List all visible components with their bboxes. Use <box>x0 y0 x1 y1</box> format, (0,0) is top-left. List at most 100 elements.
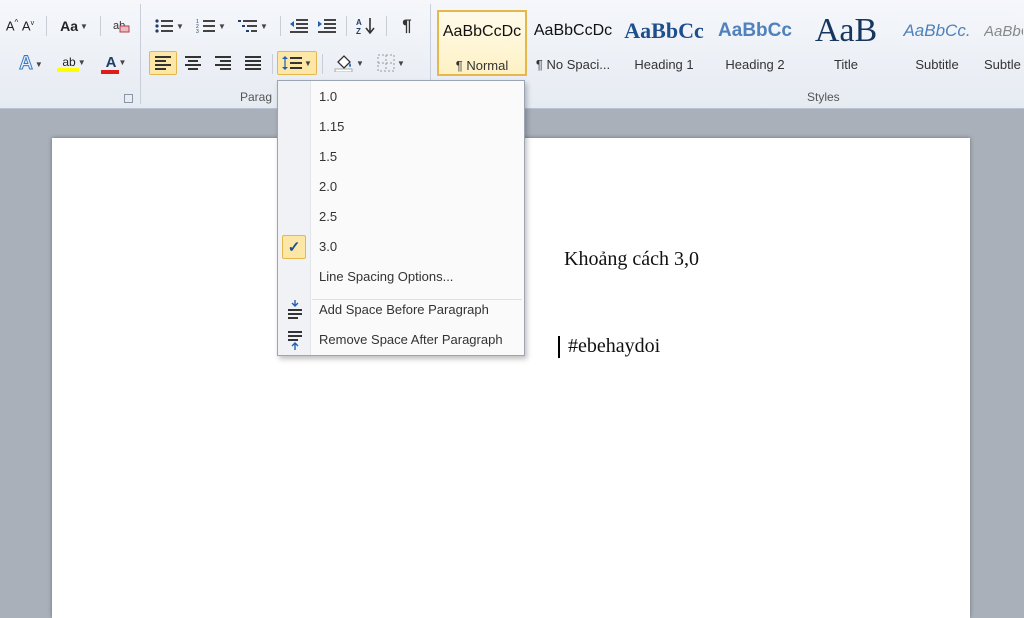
document-line-1[interactable]: Khoảng cách 3,0 <box>564 248 699 271</box>
chevron-down-icon: ▼ <box>356 58 364 68</box>
chevron-down-icon: ▼ <box>79 21 88 31</box>
style-name: Heading 2 <box>725 57 785 72</box>
change-case-button[interactable]: Aa ▼ <box>54 14 94 38</box>
menu-item-spacing-2-5[interactable]: 2.5 <box>278 202 524 232</box>
menu-item-spacing-1-5[interactable]: 1.5 <box>278 142 524 172</box>
style-preview: AaBbCc. <box>903 21 971 40</box>
highlight-icon: ab <box>62 55 76 69</box>
styles-group-label: Styles <box>807 90 840 104</box>
bullets-icon <box>155 19 174 33</box>
line-spacing-icon <box>282 56 303 70</box>
style-subtle[interactable]: AaBbC Subtle <box>983 10 1024 76</box>
style-heading-1[interactable]: AaBbCc Heading 1 <box>619 10 709 76</box>
style-no-spacing[interactable]: AaBbCcDc ¶ No Spaci... <box>528 10 618 76</box>
decrease-indent-button[interactable] <box>286 14 312 38</box>
menu-item-add-space-before[interactable]: Add Space Before Paragraph <box>278 295 524 325</box>
menu-item-label: 2.5 <box>319 209 338 224</box>
style-name: Title <box>833 57 859 72</box>
align-center-icon <box>185 56 201 70</box>
justify-icon <box>245 56 261 70</box>
clear-formatting-icon: ab <box>113 20 130 33</box>
style-subtitle[interactable]: AaBbCc. Subtitle <box>892 10 982 76</box>
menu-item-spacing-1-0[interactable]: 1.0 <box>278 82 524 112</box>
chevron-down-icon: ▼ <box>260 21 268 31</box>
chevron-down-icon: ▼ <box>176 21 184 31</box>
shading-button[interactable]: ▼ <box>330 51 368 75</box>
sort-button[interactable]: A Z <box>352 14 380 38</box>
increase-indent-button[interactable] <box>314 14 340 38</box>
decrease-indent-icon <box>290 19 308 33</box>
style-name: ¶ Normal <box>455 58 509 73</box>
svg-text:3: 3 <box>196 29 199 34</box>
line-spacing-menu: 1.0 1.15 1.5 2.0 2.5 ✓ 3.0 Line Spacing … <box>277 80 525 356</box>
menu-item-label: 1.15 <box>319 119 345 134</box>
menu-item-line-spacing-options[interactable]: Line Spacing Options... <box>278 262 524 292</box>
menu-item-label: Remove Space After Paragraph <box>319 332 503 347</box>
menu-item-spacing-2-0[interactable]: 2.0 <box>278 172 524 202</box>
add-space-before-icon <box>288 300 302 319</box>
align-center-button[interactable] <box>179 51 207 75</box>
style-preview: AaBbCcDc <box>442 23 522 40</box>
show-formatting-button[interactable]: ¶ <box>394 14 420 38</box>
shrink-font-icon: A^ Av <box>5 18 35 34</box>
svg-text:Z: Z <box>356 27 361 35</box>
style-preview: AaBbCc <box>718 20 792 41</box>
style-name: Subtle <box>984 57 1021 72</box>
paragraph-group-label: Parag <box>240 90 273 104</box>
remove-space-after-icon <box>288 331 302 350</box>
chevron-down-icon: ▼ <box>304 58 312 68</box>
styles-gallery: AaBbCcDc ¶ Normal AaBbCcDc ¶ No Spaci...… <box>437 8 1024 78</box>
style-title[interactable]: AaB Title <box>801 10 891 76</box>
justify-button[interactable] <box>239 51 267 75</box>
text-effects-icon: A <box>19 53 34 75</box>
shrink-font-button[interactable]: A^ Av <box>0 14 40 38</box>
chevron-down-icon: ▼ <box>34 59 43 69</box>
text-cursor <box>558 336 560 358</box>
style-normal[interactable]: AaBbCcDc ¶ Normal <box>437 10 527 76</box>
style-name: Subtitle <box>915 57 959 72</box>
style-preview: AaBbC <box>984 22 1023 40</box>
style-name: Heading 1 <box>634 57 694 72</box>
align-left-button[interactable] <box>149 51 177 75</box>
increase-indent-icon <box>318 19 336 33</box>
align-left-icon <box>155 56 171 70</box>
align-right-button[interactable] <box>209 51 237 75</box>
sort-icon: A Z <box>356 18 375 35</box>
document-line-2[interactable]: #ebehaydoi <box>568 335 660 358</box>
style-preview: AaBbCcDc <box>533 22 613 39</box>
style-name: ¶ No Spaci... <box>535 57 611 72</box>
menu-item-label: 2.0 <box>319 179 338 194</box>
paint-bucket-icon <box>334 55 353 72</box>
menu-item-remove-space-after[interactable]: Remove Space After Paragraph <box>278 325 524 355</box>
menu-item-label: 3.0 <box>319 239 338 254</box>
menu-item-label: 1.5 <box>319 149 338 164</box>
chevron-down-icon: ▼ <box>218 21 226 31</box>
borders-button[interactable]: ▼ <box>372 51 410 75</box>
highlight-button[interactable]: ab ▼ <box>54 52 94 76</box>
font-color-button[interactable]: A ▼ <box>98 52 134 76</box>
align-right-icon <box>215 56 231 70</box>
menu-item-label: Add Space Before Paragraph <box>319 302 489 317</box>
numbering-button[interactable]: 1 2 3 ▼ <box>192 14 230 38</box>
line-spacing-button[interactable]: ▼ <box>277 51 317 75</box>
checkmark-icon: ✓ <box>282 235 306 259</box>
svg-text:A: A <box>356 18 362 27</box>
change-case-label: Aa <box>60 18 78 34</box>
pilcrow-icon: ¶ <box>402 16 412 35</box>
menu-item-label: 1.0 <box>319 89 338 104</box>
menu-item-spacing-3-0[interactable]: ✓ 3.0 <box>278 232 524 262</box>
bullets-button[interactable]: ▼ <box>150 14 188 38</box>
chevron-down-icon: ▼ <box>118 57 127 67</box>
clear-formatting-button[interactable]: ab <box>108 14 134 38</box>
borders-icon <box>377 54 395 72</box>
chevron-down-icon: ▼ <box>77 57 86 67</box>
text-effects-button[interactable]: A ▼ <box>14 52 48 76</box>
style-preview: AaB <box>814 12 878 49</box>
menu-item-label: Line Spacing Options... <box>319 269 454 284</box>
numbering-icon: 1 2 3 <box>196 19 216 34</box>
chevron-down-icon: ▼ <box>397 58 405 68</box>
dialog-launcher-icon[interactable] <box>124 94 133 103</box>
style-heading-2[interactable]: AaBbCc Heading 2 <box>710 10 800 76</box>
menu-item-spacing-1-15[interactable]: 1.15 <box>278 112 524 142</box>
multilevel-list-button[interactable]: ▼ <box>234 14 272 38</box>
